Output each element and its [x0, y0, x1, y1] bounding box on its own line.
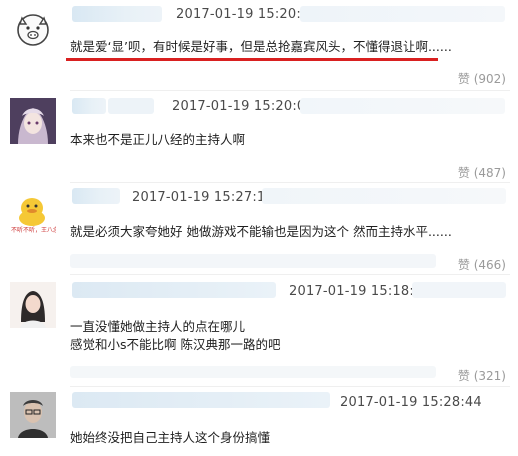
like-count: (466) — [473, 258, 506, 272]
blurred-area — [70, 366, 436, 378]
username-redacted[interactable] — [72, 6, 162, 22]
username-redacted[interactable] — [72, 282, 276, 298]
comment-timestamp: 2017-01-19 15:20:15 — [176, 7, 318, 22]
blurred-area — [108, 98, 154, 114]
comment-text: 她始终没把自己主持人这个身份搞懂 — [70, 430, 271, 445]
comment-text: 就是必须大家夸她好 她做游戏不能输也是因为这个 然而主持水平...... — [70, 224, 452, 239]
avatar[interactable]: 不听不听，王八念经 — [10, 188, 56, 234]
blurred-area — [262, 188, 506, 204]
anime-character-avatar-icon — [10, 98, 56, 144]
blurred-area — [412, 282, 506, 298]
avatar[interactable] — [10, 6, 56, 52]
comment-timestamp: 2017-01-19 15:27:10 — [132, 190, 274, 205]
comment-item: 不听不听，王八念经 2017-01-19 15:27:10 就是必须大家夸她好 … — [0, 182, 518, 274]
avatar-caption: 不听不听，王八念经 — [11, 227, 56, 234]
girl-photo-avatar-icon — [10, 282, 56, 328]
username-redacted[interactable] — [72, 98, 106, 114]
like-button[interactable]: 赞 (321) — [458, 367, 506, 384]
like-button[interactable]: 赞 (902) — [458, 70, 506, 87]
like-count: (902) — [473, 72, 506, 86]
blurred-area — [300, 98, 505, 114]
avatar[interactable] — [10, 392, 56, 438]
pig-cartoon-avatar-icon — [17, 14, 49, 46]
comment-item: 2017-01-19 15:18:58 一直没懂她做主持人的点在哪儿 感觉和小s… — [0, 274, 518, 384]
like-count: (487) — [473, 166, 506, 180]
comment-timestamp: 2017-01-19 15:28:44 — [340, 395, 482, 410]
comment-item: 2017-01-19 15:20:00 本来也不是正儿八经的主持人啊 赞 (48… — [0, 90, 518, 182]
comment-text: 本来也不是正儿八经的主持人啊 — [70, 132, 246, 147]
highlight-underline — [66, 58, 438, 61]
comment-text-line: 感觉和小s不能比啊 陈汉典那一路的吧 — [70, 337, 281, 352]
man-photo-avatar-icon — [10, 392, 56, 438]
comment-timestamp: 2017-01-19 15:20:00 — [172, 99, 314, 114]
like-count: (321) — [473, 369, 506, 383]
username-redacted[interactable] — [72, 392, 330, 408]
comment-timestamp: 2017-01-19 15:18:58 — [289, 284, 431, 299]
like-label: 赞 — [457, 72, 470, 86]
like-button[interactable]: 赞 (487) — [458, 164, 506, 181]
avatar[interactable] — [10, 282, 56, 328]
blurred-area — [300, 6, 505, 22]
comment-item: 2017-01-19 15:20:15 就是爱‘显’呗，有时候是好事，但是总抢嘉… — [0, 0, 518, 96]
username-redacted[interactable] — [72, 188, 120, 204]
like-label: 赞 — [457, 166, 470, 180]
like-label: 赞 — [457, 369, 470, 383]
comment-text: 就是爱‘显’呗，有时候是好事，但是总抢嘉宾风头，不懂得退让啊...... — [70, 39, 452, 54]
like-button[interactable]: 赞 (466) — [458, 256, 506, 273]
comment-item: 2017-01-19 15:28:44 她始终没把自己主持人这个身份搞懂 — [0, 386, 518, 456]
avatar[interactable] — [10, 98, 56, 144]
like-label: 赞 — [457, 258, 470, 272]
comment-text-line: 一直没懂她做主持人的点在哪儿 — [70, 319, 246, 334]
blurred-area — [70, 254, 436, 268]
